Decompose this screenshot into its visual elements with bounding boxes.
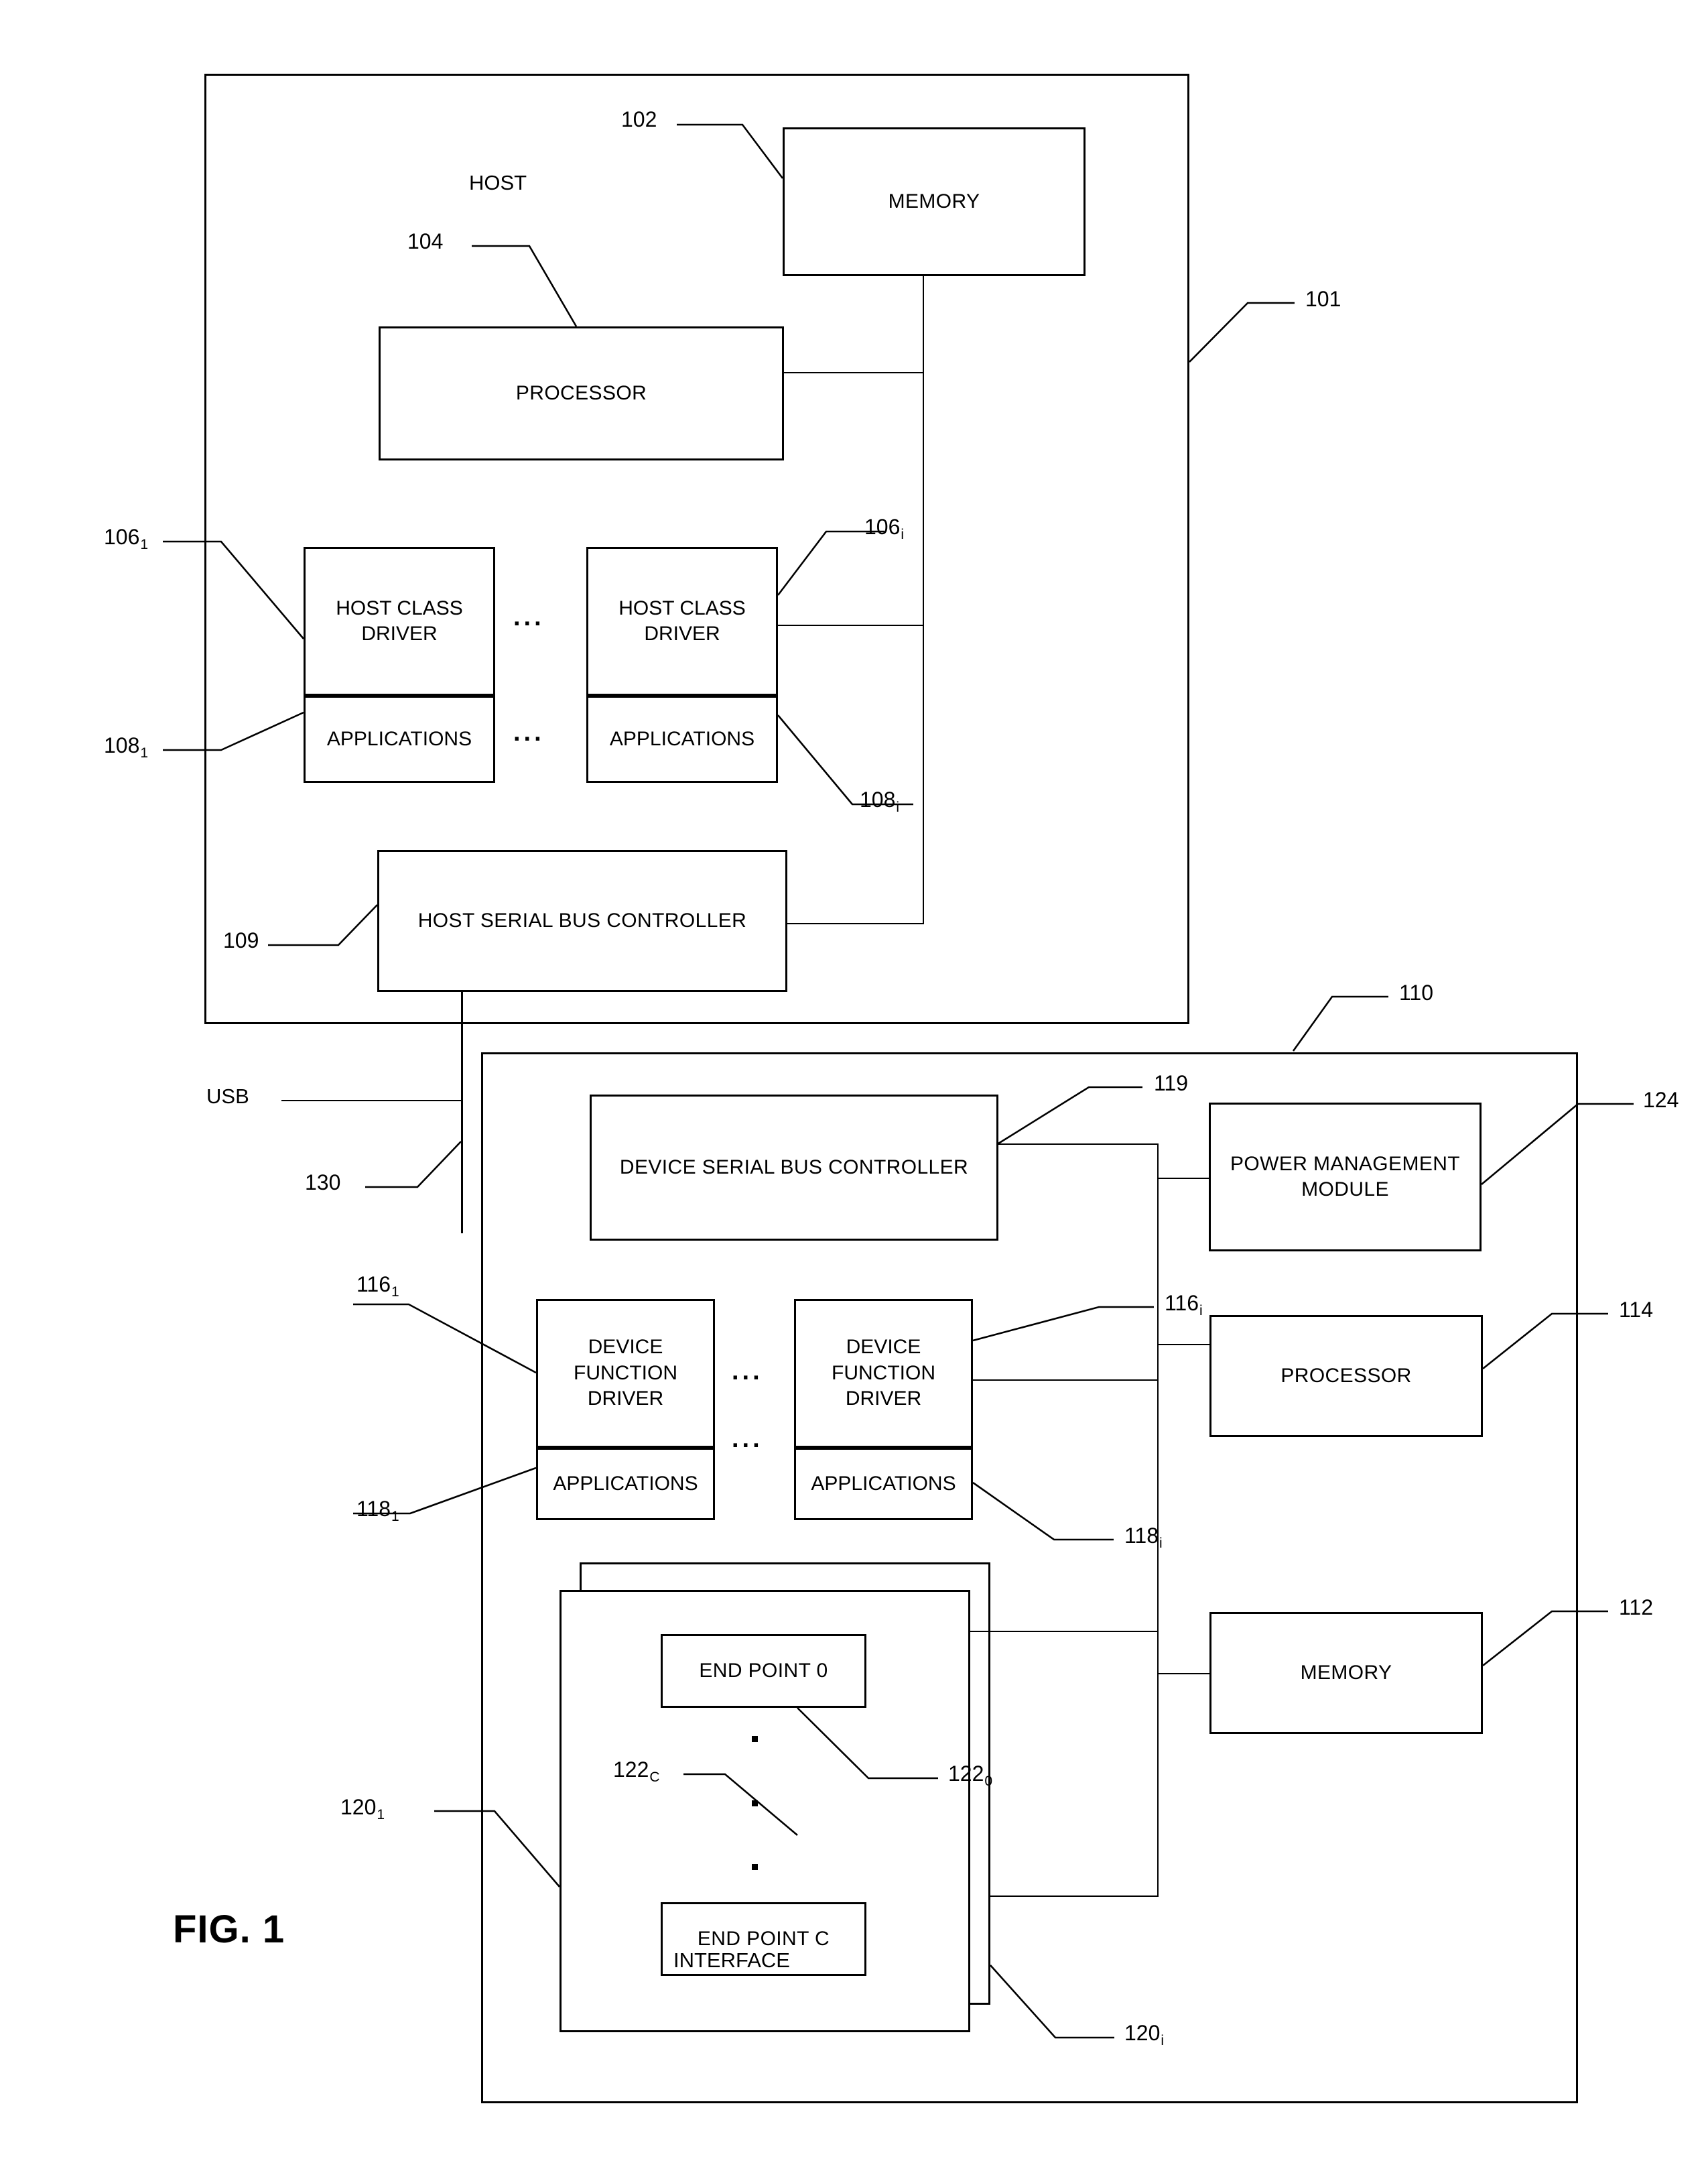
- host-serial-bus-controller-label: HOST SERIAL BUS CONTROLLER: [417, 909, 747, 932]
- ref-120-i: 120i: [1124, 2021, 1165, 2048]
- host-serial-bus-controller-box: HOST SERIAL BUS CONTROLLER: [377, 850, 787, 992]
- device-applications-ellipsis: ...: [732, 1425, 763, 1453]
- host-class-driver-i-label: HOST CLASS DRIVER: [618, 597, 746, 645]
- device-function-driver-1-label: DEVICE FUNCTION DRIVER: [574, 1336, 677, 1410]
- device-function-driver-i-box: DEVICE FUNCTION DRIVER: [794, 1299, 973, 1448]
- host-title: HOST: [469, 171, 527, 194]
- ref-110: 110: [1399, 981, 1434, 1005]
- device-processor-label: PROCESSOR: [1280, 1364, 1412, 1387]
- end-point-0-box: END POINT 0: [661, 1634, 866, 1708]
- device-serial-bus-controller-label: DEVICE SERIAL BUS CONTROLLER: [619, 1156, 969, 1178]
- ref-116-i: 116i: [1165, 1291, 1203, 1318]
- ref-106-1: 1061: [104, 525, 149, 552]
- interface-bus-connector-top: [970, 1631, 1159, 1632]
- ref-118-i: 118i: [1124, 1524, 1163, 1551]
- ref-102: 102: [621, 107, 657, 131]
- device-serial-bus-controller-connector: [998, 1143, 1159, 1145]
- host-processor-label: PROCESSOR: [515, 381, 647, 404]
- device-serial-bus-controller-box: DEVICE SERIAL BUS CONTROLLER: [590, 1095, 998, 1241]
- ref-114: 114: [1619, 1298, 1654, 1322]
- device-applications-i-box: APPLICATIONS: [794, 1448, 973, 1520]
- ref-108-i: 108i: [860, 788, 900, 815]
- ref-108-1: 1081: [104, 733, 149, 761]
- device-processor-connector: [1157, 1344, 1211, 1345]
- ref-122-c: 122C: [613, 1757, 660, 1785]
- host-class-driver-i-connector: [778, 625, 924, 626]
- device-applications-i-label: APPLICATIONS: [811, 1472, 956, 1495]
- host-memory-box: MEMORY: [783, 127, 1086, 276]
- host-processor-connector: [784, 372, 924, 373]
- host-class-driver-1-box: HOST CLASS DRIVER: [304, 547, 495, 696]
- usb-bus-horizontal: [281, 1100, 462, 1101]
- host-serial-bus-controller-connector: [787, 923, 924, 924]
- usb-label: USB: [206, 1084, 249, 1108]
- device-function-driver-ellipsis: ...: [732, 1357, 763, 1385]
- figure-caption: FIG. 1: [173, 1908, 285, 1951]
- host-applications-i-box: APPLICATIONS: [586, 696, 778, 783]
- ref-101: 101: [1305, 287, 1341, 311]
- patent-figure-page: HOST MEMORY PROCESSOR HOST CLASS DRIVER …: [0, 0, 1708, 2175]
- power-management-connector: [1157, 1178, 1210, 1179]
- device-applications-1-box: APPLICATIONS: [536, 1448, 715, 1520]
- ref-120-1: 1201: [340, 1795, 385, 1822]
- device-memory-label: MEMORY: [1300, 1661, 1392, 1684]
- power-management-module-label: POWER MANAGEMENT MODULE: [1230, 1152, 1461, 1200]
- ref-104: 104: [407, 229, 444, 253]
- host-applications-ellipsis: ...: [513, 719, 545, 747]
- ref-130: 130: [305, 1170, 341, 1194]
- host-memory-label: MEMORY: [888, 190, 980, 212]
- device-internal-bus-vertical: [1157, 1143, 1159, 1896]
- host-memory-connector: [923, 276, 924, 277]
- interface-bus-connector-bottom: [990, 1896, 1159, 1897]
- usb-bus-vertical: [461, 992, 463, 1233]
- host-processor-box: PROCESSOR: [379, 326, 784, 460]
- endpoint-vertical-ellipsis: [750, 1736, 759, 1870]
- device-function-driver-1-box: DEVICE FUNCTION DRIVER: [536, 1299, 715, 1448]
- ref-106-i: 106i: [864, 515, 905, 542]
- host-applications-1-label: APPLICATIONS: [326, 727, 472, 750]
- host-class-driver-i-box: HOST CLASS DRIVER: [586, 547, 778, 696]
- ref-122-0: 1220: [948, 1761, 993, 1789]
- host-class-driver-1-label: HOST CLASS DRIVER: [336, 597, 463, 645]
- interface-1-label: INTERFACE: [673, 1948, 790, 1972]
- ref-116-1: 1161: [356, 1272, 399, 1300]
- ref-124: 124: [1643, 1088, 1679, 1112]
- device-function-driver-i-connector: [973, 1379, 1159, 1381]
- ref-112: 112: [1619, 1595, 1654, 1619]
- device-function-driver-i-label: DEVICE FUNCTION DRIVER: [832, 1336, 935, 1410]
- power-management-module-box: POWER MANAGEMENT MODULE: [1209, 1103, 1482, 1251]
- device-processor-box: PROCESSOR: [1209, 1315, 1483, 1437]
- host-class-driver-ellipsis: ...: [513, 603, 545, 631]
- device-memory-connector: [1157, 1673, 1211, 1674]
- device-applications-1-label: APPLICATIONS: [553, 1472, 698, 1495]
- device-memory-box: MEMORY: [1209, 1612, 1483, 1734]
- end-point-0-label: END POINT 0: [699, 1659, 828, 1682]
- ref-118-1: 1181: [356, 1497, 399, 1524]
- ref-109: 109: [223, 928, 259, 952]
- ref-119: 119: [1154, 1071, 1189, 1095]
- host-applications-i-label: APPLICATIONS: [609, 727, 755, 750]
- host-applications-1-box: APPLICATIONS: [304, 696, 495, 783]
